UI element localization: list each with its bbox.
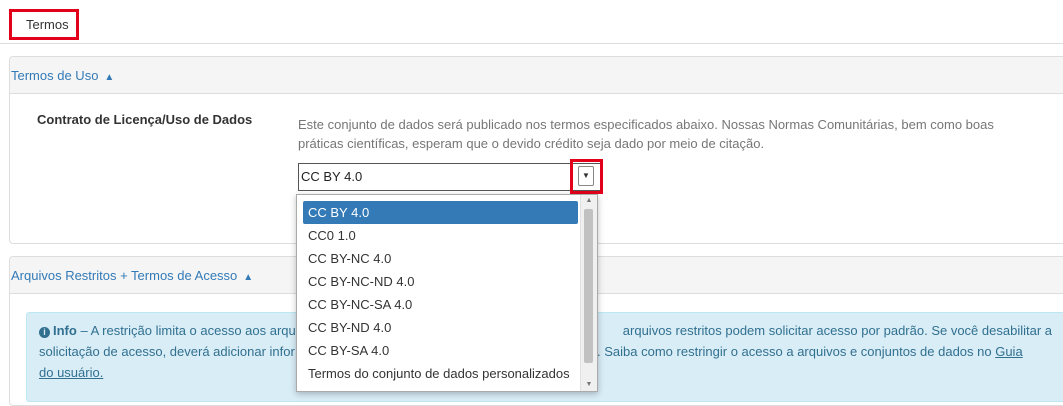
- info-text-part: – A restrição limita o acesso aos arqu: [76, 323, 296, 338]
- restricted-files-title: Arquivos Restritos + Termos de Acesso: [11, 268, 238, 283]
- license-option[interactable]: CC BY-NC 4.0: [303, 247, 578, 270]
- scroll-up-arrow-icon[interactable]: ▲: [581, 195, 597, 207]
- tab-termos-label: Termos: [26, 17, 69, 32]
- dropdown-scrollbar[interactable]: ▲ ▼: [580, 195, 597, 391]
- license-option[interactable]: CC BY-NC-ND 4.0: [303, 270, 578, 293]
- info-text-part: o. Saiba como restringir o acesso a arqu…: [589, 344, 996, 359]
- scrollbar-thumb[interactable]: [584, 209, 593, 363]
- user-guide-link[interactable]: Guia: [995, 344, 1022, 359]
- terms-of-use-heading[interactable]: Termos de Uso ▲: [10, 57, 1063, 94]
- chevron-up-icon: ▲: [243, 272, 254, 283]
- terms-of-use-title: Termos de Uso: [11, 68, 99, 83]
- info-circle-icon: i: [39, 327, 50, 338]
- license-option[interactable]: CC BY-ND 4.0: [303, 316, 578, 339]
- scroll-down-arrow-icon[interactable]: ▼: [581, 379, 597, 391]
- license-option[interactable]: Termos do conjunto de dados personalizad…: [303, 362, 578, 385]
- license-dropdown-list[interactable]: CC BY 4.0 CC0 1.0 CC BY-NC 4.0 CC BY-NC-…: [296, 194, 598, 392]
- tab-bar: Termos: [0, 0, 1063, 44]
- license-option[interactable]: CC0 1.0: [303, 224, 578, 247]
- license-options: CC BY 4.0 CC0 1.0 CC BY-NC 4.0 CC BY-NC-…: [297, 195, 582, 385]
- license-help-text: Este conjunto de dados será publicado no…: [298, 117, 994, 151]
- info-label: Info: [53, 323, 77, 338]
- caret-down-icon: ▼: [578, 166, 594, 186]
- chevron-up-icon: ▲: [104, 72, 115, 83]
- tab-termos[interactable]: Termos: [9, 9, 79, 40]
- license-select-value: CC BY 4.0: [301, 169, 363, 184]
- license-option[interactable]: CC BY-NC-SA 4.0: [303, 293, 578, 316]
- license-select-toggle[interactable]: ▼: [570, 159, 603, 194]
- user-guide-link-cont[interactable]: do usuário.: [39, 365, 103, 380]
- info-text-part: solicitação de acesso, deverá adicionar …: [39, 344, 295, 359]
- license-field-label: Contrato de Licença/Uso de Dados: [37, 112, 253, 127]
- license-option[interactable]: CC BY 4.0: [303, 201, 578, 224]
- license-select[interactable]: CC BY 4.0: [298, 163, 601, 191]
- license-option[interactable]: CC BY-SA 4.0: [303, 339, 578, 362]
- info-text-part: arquivos restritos podem solicitar acess…: [622, 323, 1052, 338]
